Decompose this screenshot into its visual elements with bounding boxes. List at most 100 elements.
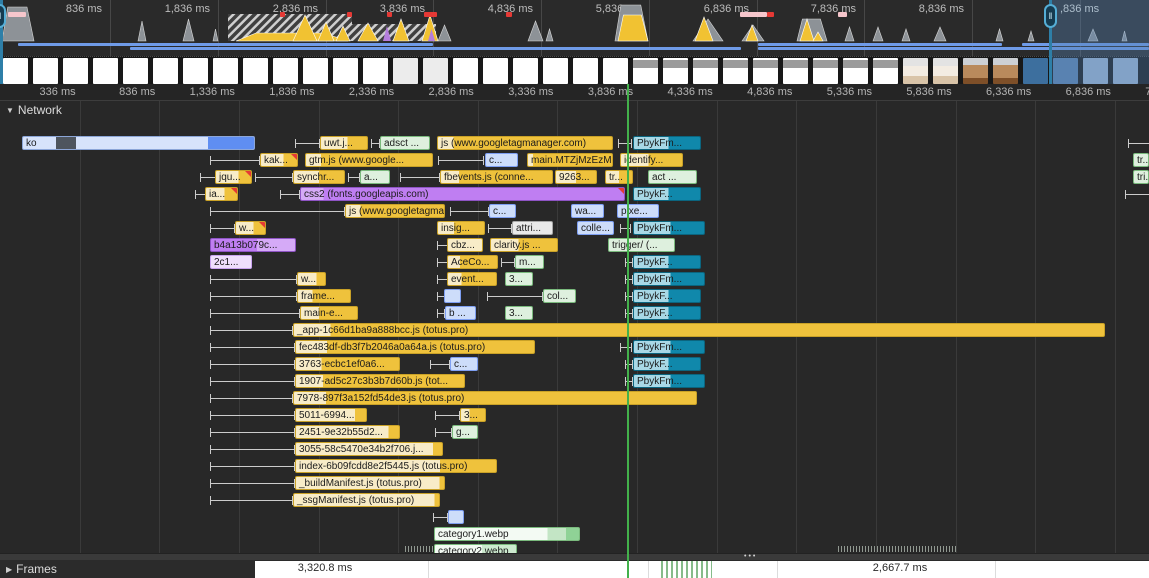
filmstrip-frame[interactable] <box>663 58 688 84</box>
network-request-bar[interactable]: synchr... <box>293 170 345 184</box>
filmstrip-frame[interactable] <box>723 58 748 84</box>
network-request-bar[interactable]: frame... <box>297 289 351 303</box>
network-request-bar[interactable]: 3763-ecbc1ef0a6... <box>295 357 400 371</box>
filmstrip-frame[interactable] <box>363 58 388 84</box>
timeline-overview[interactable]: 836 ms1,836 ms2,836 ms3,836 ms4,836 ms5,… <box>0 0 1149 84</box>
network-request-bar[interactable]: tr... <box>1133 153 1149 167</box>
network-request-bar[interactable]: insig... <box>437 221 485 235</box>
network-request-bar[interactable]: 3... <box>505 272 533 286</box>
network-request-bar[interactable]: colle... <box>577 221 614 235</box>
filmstrip-frame[interactable] <box>63 58 88 84</box>
filmstrip-frame[interactable] <box>393 58 418 84</box>
network-request-bar[interactable]: PbykFm... <box>633 340 705 354</box>
network-request-bar[interactable]: tri... <box>1133 170 1149 184</box>
network-request-bar[interactable]: c... <box>489 204 516 218</box>
filmstrip-frame[interactable] <box>33 58 58 84</box>
filmstrip-frame[interactable] <box>903 58 928 84</box>
filmstrip-frame[interactable] <box>213 58 238 84</box>
filmstrip-frame[interactable] <box>693 58 718 84</box>
filmstrip-frame[interactable] <box>843 58 868 84</box>
network-request-bar[interactable]: PbykF... <box>633 357 701 371</box>
network-request-bar[interactable]: a... <box>360 170 390 184</box>
filmstrip-frame[interactable] <box>813 58 838 84</box>
network-request-bar[interactable] <box>444 289 461 303</box>
network-request-bar[interactable]: adsct ... <box>380 136 430 150</box>
network-request-bar[interactable]: col... <box>543 289 576 303</box>
filmstrip-frame[interactable] <box>783 58 808 84</box>
network-request-bar[interactable]: wa... <box>571 204 604 218</box>
filmstrip-frame[interactable] <box>123 58 148 84</box>
network-request-bar[interactable]: _app-1c66d1ba9a888bcc.js (totus.pro) <box>293 323 1105 337</box>
filmstrip-frame[interactable] <box>243 58 268 84</box>
network-request-bar[interactable]: _ssgManifest.js (totus.pro) <box>293 493 440 507</box>
network-request-bar[interactable]: 3... <box>460 408 486 422</box>
filmstrip-frame[interactable] <box>1023 58 1048 84</box>
network-request-bar[interactable]: AceCo... <box>447 255 498 269</box>
network-request-bar[interactable]: uwt.j... <box>320 136 368 150</box>
network-request-bar[interactable]: 3055-58c5470e34b2f706.j... <box>295 442 443 456</box>
network-request-bar[interactable]: attri... <box>512 221 553 235</box>
network-request-bar[interactable]: 1907-ad5c27c3b3b7d60b.js (tot... <box>295 374 465 388</box>
network-request-bar[interactable]: ko <box>22 136 255 150</box>
filmstrip[interactable] <box>0 56 1149 84</box>
filmstrip-frame[interactable] <box>483 58 508 84</box>
network-request-bar[interactable]: 7978-897f3a152fd54de3.js (totus.pro) <box>293 391 697 405</box>
network-request-bar[interactable]: PbykF... <box>633 255 701 269</box>
network-request-bar[interactable]: c... <box>450 357 478 371</box>
network-request-bar[interactable]: PbykF... <box>633 289 701 303</box>
filmstrip-frame[interactable] <box>933 58 958 84</box>
selection-handle-left[interactable]: ‖ <box>0 4 6 28</box>
network-request-bar[interactable]: ia... <box>205 187 238 201</box>
filmstrip-frame[interactable] <box>963 58 988 84</box>
network-section-header[interactable]: ▼ Network <box>6 103 62 117</box>
filmstrip-frame[interactable] <box>183 58 208 84</box>
network-request-bar[interactable]: event... <box>447 272 497 286</box>
network-request-bar[interactable]: PbykFm... <box>633 136 701 150</box>
filmstrip-frame[interactable] <box>753 58 778 84</box>
frames-section-header[interactable]: ▶ Frames <box>6 562 57 576</box>
network-request-bar[interactable]: w... <box>235 221 266 235</box>
pane-splitter[interactable]: ••• <box>0 553 1149 560</box>
network-request-bar[interactable]: category2.webp <box>434 544 517 553</box>
network-request-bar[interactable]: PbykF... <box>633 187 701 201</box>
network-request-bar[interactable]: fbevents.js (conne... <box>440 170 553 184</box>
network-request-bar[interactable]: 5011-6994... <box>295 408 367 422</box>
filmstrip-frame[interactable] <box>603 58 628 84</box>
filmstrip-frame[interactable] <box>993 58 1018 84</box>
network-request-bar[interactable]: 3... <box>505 306 533 320</box>
network-request-bar[interactable]: main.MTZjMzEzMm... <box>527 153 613 167</box>
filmstrip-frame[interactable] <box>633 58 658 84</box>
network-request-bar[interactable]: category1.webp <box>434 527 580 541</box>
filmstrip-frame[interactable] <box>453 58 478 84</box>
network-request-bar[interactable]: b ... <box>445 306 476 320</box>
network-request-bar[interactable]: 2451-9e32b55d2... <box>295 425 400 439</box>
network-request-bar[interactable]: 2c1... <box>210 255 252 269</box>
network-request-bar[interactable]: g... <box>452 425 478 439</box>
network-request-bar[interactable]: clarity.js ... <box>490 238 558 252</box>
filmstrip-frame[interactable] <box>3 58 28 84</box>
network-request-bar[interactable]: PbykF... <box>633 306 701 320</box>
filmstrip-frame[interactable] <box>273 58 298 84</box>
network-request-bar[interactable]: jqu... <box>215 170 252 184</box>
frames-duration-bar[interactable]: 3,320.8 ms 2,667.7 ms <box>255 561 1149 578</box>
network-request-bar[interactable]: _buildManifest.js (totus.pro) <box>295 476 445 490</box>
network-request-bar[interactable]: identify... <box>620 153 683 167</box>
network-request-bar[interactable]: PbykFm... <box>633 272 705 286</box>
selection-handle-right[interactable]: ‖ <box>1044 4 1057 28</box>
network-request-bar[interactable]: w... <box>297 272 326 286</box>
filmstrip-frame[interactable] <box>333 58 358 84</box>
network-request-bar[interactable]: fec483df-db3f7b2046a0a64a.js (totus.pro) <box>295 340 535 354</box>
network-request-bar[interactable]: m... <box>515 255 544 269</box>
filmstrip-frame[interactable] <box>573 58 598 84</box>
network-request-bar[interactable]: PbykFm... <box>633 374 705 388</box>
network-request-bar[interactable]: main-e... <box>300 306 358 320</box>
network-request-bar[interactable]: b4a13b079c... <box>210 238 296 252</box>
network-request-bar[interactable]: 9263... <box>555 170 597 184</box>
network-request-bar[interactable]: js (www.googletagmanager.com) <box>437 136 613 150</box>
filmstrip-frame[interactable] <box>513 58 538 84</box>
network-request-bar[interactable]: pixe... <box>617 204 659 218</box>
network-request-bar[interactable]: index-6b09fcdd8e2f5445.js (totus.pro) <box>295 459 497 473</box>
network-request-bar[interactable]: PbykFm... <box>633 221 705 235</box>
network-request-bar[interactable]: gtm.js (www.google... <box>305 153 433 167</box>
filmstrip-frame[interactable] <box>423 58 448 84</box>
